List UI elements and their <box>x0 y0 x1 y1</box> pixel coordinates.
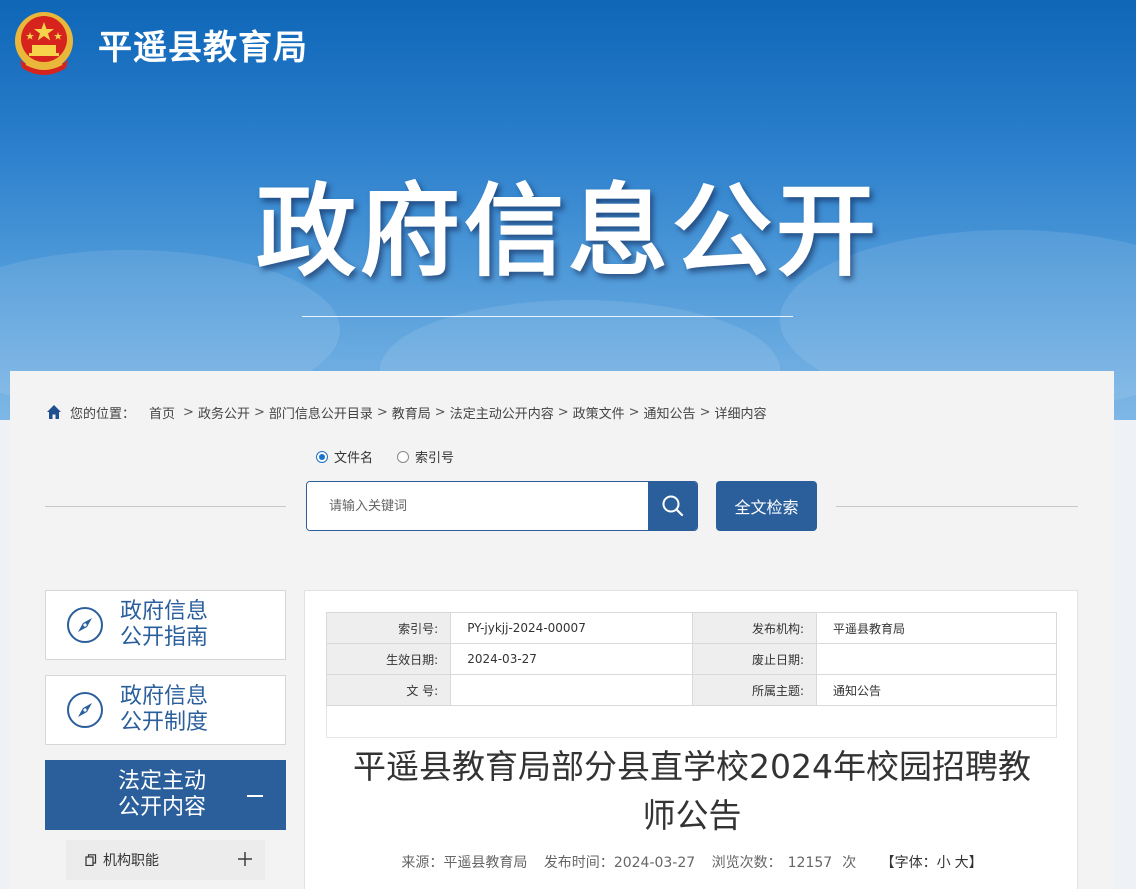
radio-index-label: 索引号 <box>415 451 455 466</box>
site-title: 平遥县教育局 <box>98 28 308 68</box>
article-title: 平遥县教育局部分县直学校2024年校园招聘教 师公告 <box>345 742 1039 840</box>
topic-value: 通知公告 <box>816 674 1057 706</box>
home-icon <box>47 405 61 419</box>
breadcrumb-separator: > <box>183 404 194 420</box>
views-label: 浏览次数： <box>711 855 782 871</box>
breadcrumb-separator: > <box>434 404 446 420</box>
breadcrumb-dept-catalog[interactable]: 部门信息公开目录 <box>269 403 373 422</box>
publisher-value: 平遥县教育局 <box>816 612 1057 644</box>
article-title-line1: 平遥县教育局部分县直学校2024年校园招聘教 <box>353 747 1031 786</box>
sidebar-item-label: 法定主动 公开内容 <box>118 769 228 821</box>
sidebar-item-label: 政府信息 公开制度 <box>120 684 230 736</box>
index-number-label: 索引号: <box>325 612 452 644</box>
sidebar-label-line2: 公开内容 <box>118 795 207 820</box>
publisher-label: 发布机构: <box>691 612 818 644</box>
sidebar-subitem-label: 机构职能 <box>103 853 159 869</box>
table-empty-row <box>326 705 1057 738</box>
radio-button[interactable] <box>397 450 410 463</box>
document-number-value <box>450 674 693 706</box>
topic-label: 所属主题: <box>691 674 818 706</box>
sidebar-label-line1: 政府信息 <box>120 599 209 624</box>
source-info: 来源：平遥县教育局 <box>401 855 527 871</box>
index-number-value: PY-jykjj-2024-00007 <box>450 612 693 644</box>
views-info: 浏览次数： 12157 次 <box>712 855 857 871</box>
sidebar-label-line2: 公开指南 <box>120 625 209 650</box>
publish-time-info: 发布时间：2024-03-27 <box>544 855 695 871</box>
effective-date-label: 生效日期: <box>325 643 452 675</box>
radio-index-number[interactable]: 索引号 <box>397 447 454 466</box>
table-row: 文 号: 所属主题: 通知公告 <box>325 674 1057 706</box>
radio-filename-label: 文件名 <box>334 451 374 466</box>
source-label: 来源： <box>401 855 444 871</box>
breadcrumb-education-bureau[interactable]: 教育局 <box>392 403 431 422</box>
article-content: 索引号: PY-jykjj-2024-00007 发布机构: 平遥县教育局 生效… <box>304 590 1078 889</box>
hero-title: 政府信息公开 <box>256 173 880 290</box>
document-number-label: 文 号: <box>325 674 452 706</box>
header-banner: 平遥县教育局 政府信息公开 <box>0 0 1136 420</box>
publish-time-value: 2024-03-27 <box>613 855 696 871</box>
breadcrumb-statutory-content[interactable]: 法定主动公开内容 <box>450 403 554 422</box>
breadcrumb-label: 您的位置： <box>70 406 136 422</box>
sidebar-item-disclosure-guide[interactable]: 政府信息 公开指南 <box>45 590 286 660</box>
font-size-control: 【字体：小 大】 <box>881 855 983 871</box>
sidebar-item-statutory-content[interactable]: 法定主动 公开内容 <box>45 760 286 830</box>
font-large-button[interactable]: 大 <box>955 855 969 871</box>
compass-icon <box>67 607 103 643</box>
top-bar: 平遥县教育局 <box>0 0 1136 84</box>
table-row <box>326 705 1057 738</box>
breadcrumb-separator: > <box>557 404 569 420</box>
search-button[interactable] <box>648 482 697 530</box>
article-title-line2: 师公告 <box>642 796 742 835</box>
breadcrumb-home[interactable]: 首页 <box>149 403 175 422</box>
search-box <box>306 481 698 531</box>
search-icon <box>662 495 683 517</box>
search-divider-left <box>45 506 286 507</box>
breadcrumb-separator: > <box>628 404 640 420</box>
breadcrumb-gov-affairs[interactable]: 政务公开 <box>198 403 250 422</box>
effective-date-value: 2024-03-27 <box>450 643 693 675</box>
font-size-close: 】 <box>968 855 983 871</box>
sidebar-label-line1: 政府信息 <box>120 684 209 709</box>
repeal-date-value <box>816 643 1057 675</box>
search-type-group: 文件名 索引号 <box>316 447 478 466</box>
sidebar-subitem-org-functions[interactable]: 机构职能 <box>66 840 265 880</box>
compass-icon <box>67 692 103 728</box>
search-divider-right <box>836 506 1078 507</box>
minus-icon[interactable] <box>247 795 263 797</box>
table-row: 生效日期: 2024-03-27 废止日期: <box>325 643 1057 675</box>
main-panel: 您的位置： 首页 > 政务公开 > 部门信息公开目录 > 教育局 > 法定主动公… <box>10 371 1114 889</box>
breadcrumb-policy-docs[interactable]: 政策文件 <box>573 403 625 422</box>
national-emblem-icon <box>15 12 73 75</box>
breadcrumb-current: 详细内容 <box>714 406 767 422</box>
breadcrumb: 您的位置： 首页 > 政务公开 > 部门信息公开目录 > 教育局 > 法定主动公… <box>46 402 766 422</box>
radio-button-selected[interactable] <box>316 450 328 463</box>
breadcrumb-separator: > <box>699 404 711 420</box>
breadcrumb-notices[interactable]: 通知公告 <box>644 403 696 422</box>
breadcrumb-separator: > <box>253 404 265 420</box>
publish-time-label: 发布时间： <box>543 855 614 871</box>
repeal-date-label: 废止日期: <box>691 643 818 675</box>
plus-icon[interactable] <box>238 852 252 866</box>
font-small-button[interactable]: 小 <box>937 855 951 871</box>
sidebar-item-disclosure-system[interactable]: 政府信息 公开制度 <box>45 675 286 745</box>
views-unit: 次 <box>842 855 857 871</box>
source-value: 平遥县教育局 <box>443 855 528 871</box>
breadcrumb-separator: > <box>376 404 388 420</box>
table-row: 索引号: PY-jykjj-2024-00007 发布机构: 平遥县教育局 <box>325 612 1057 644</box>
fulltext-search-button[interactable]: 全文检索 <box>716 481 817 531</box>
search-input[interactable] <box>307 482 649 530</box>
hero-divider <box>302 316 793 317</box>
sidebar-item-label: 政府信息 公开指南 <box>120 599 230 651</box>
views-value: 12157 <box>787 855 833 871</box>
sidebar-label-line2: 公开制度 <box>120 710 209 735</box>
radio-filename[interactable]: 文件名 <box>316 447 373 466</box>
document-icon <box>85 854 97 866</box>
article-info: 来源：平遥县教育局 发布时间：2024-03-27 浏览次数： 12157 次 【字… <box>345 852 1039 872</box>
sidebar-label-line1: 法定主动 <box>118 769 207 794</box>
metadata-table: 索引号: PY-jykjj-2024-00007 发布机构: 平遥县教育局 生效… <box>325 612 1057 738</box>
font-size-label: 【字体： <box>880 855 937 871</box>
